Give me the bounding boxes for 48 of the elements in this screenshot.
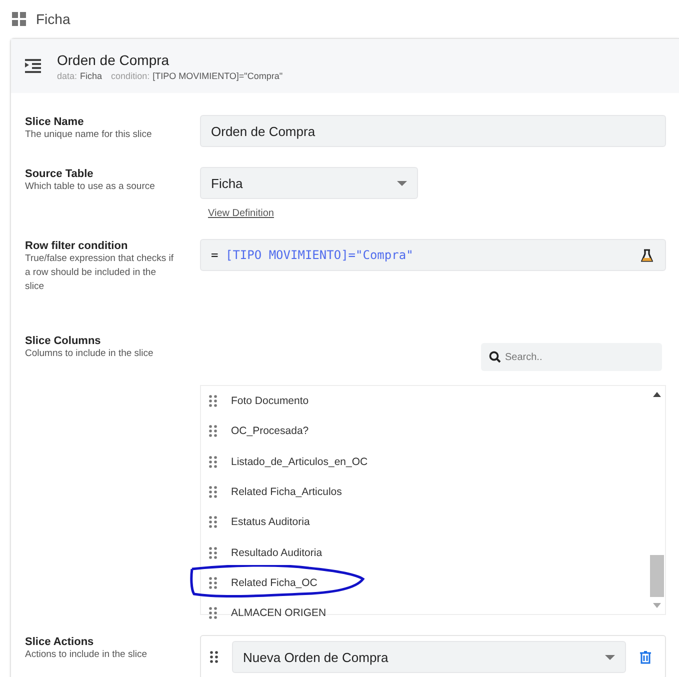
column-name: Related Ficha_OC	[231, 576, 318, 589]
drag-handle-icon[interactable]	[209, 456, 217, 468]
scroll-down-icon[interactable]	[653, 603, 661, 608]
field-label: Slice Name	[25, 116, 85, 128]
column-name: Estatus Auditoria	[231, 516, 310, 528]
field-label: Source Table	[25, 168, 94, 180]
scrollbar-thumb[interactable]	[650, 555, 664, 597]
column-name: ALMACEN ORIGEN	[231, 607, 326, 620]
page-title: Ficha	[36, 11, 70, 27]
slice-name-field[interactable]: Orden de Compra	[200, 115, 666, 147]
meta-value: Ficha	[80, 70, 102, 80]
meta-label: condition:	[111, 70, 150, 80]
scroll-up-icon[interactable]	[653, 392, 661, 397]
column-name: Listado_de_Articulos_en_OC	[231, 456, 368, 468]
view-definition-link[interactable]: View Definition	[208, 208, 418, 219]
drag-handle-icon[interactable]	[209, 425, 217, 438]
action-select[interactable]: Nueva Orden de Compra	[232, 641, 626, 673]
column-name: Resultado Auditoria	[231, 546, 322, 559]
caret-icon	[605, 654, 615, 660]
field-hint: The unique name for this slice	[25, 128, 153, 142]
field-label: Slice Actions	[25, 636, 95, 648]
slice-title: Orden de Compra	[57, 52, 170, 68]
indent-list-icon	[25, 59, 41, 73]
search-field[interactable]: Search..	[481, 343, 662, 371]
drag-handle-icon[interactable]	[209, 576, 217, 589]
drag-handle-icon[interactable]	[209, 546, 217, 559]
drag-handle-icon[interactable]	[210, 651, 218, 663]
source-table-select[interactable]: Ficha	[200, 167, 418, 199]
drag-handle-icon[interactable]	[209, 395, 217, 408]
field-label: Row filter condition	[25, 240, 129, 252]
drag-handle-icon[interactable]	[209, 486, 217, 498]
drag-handle-icon[interactable]	[209, 516, 217, 528]
flask-icon[interactable]	[641, 248, 653, 262]
meta-label: data:	[57, 70, 78, 80]
field-hint: True/false expression that checks if a row should be included in the slice	[25, 252, 175, 294]
field-hint: Actions to include in the slice	[25, 648, 148, 662]
field-label: Slice Columns	[25, 335, 102, 347]
expression-field[interactable]: = [TIPO MOVIMIENTO]="Compra"	[200, 239, 666, 271]
column-name: OC_Procesada?	[231, 425, 309, 438]
grid-icon	[12, 12, 26, 26]
column-name: Related Ficha_Articulos	[231, 486, 342, 498]
column-name: Foto Documento	[231, 395, 309, 408]
meta-value: [TIPO MOVIMIENTO]="Compra"	[152, 70, 283, 80]
delete-icon[interactable]	[640, 650, 651, 664]
drag-handle-icon[interactable]	[209, 607, 217, 620]
field-hint: Columns to include in the slice	[25, 347, 154, 361]
field-hint: Which table to use as a source	[25, 180, 156, 194]
caret-icon	[397, 180, 407, 186]
